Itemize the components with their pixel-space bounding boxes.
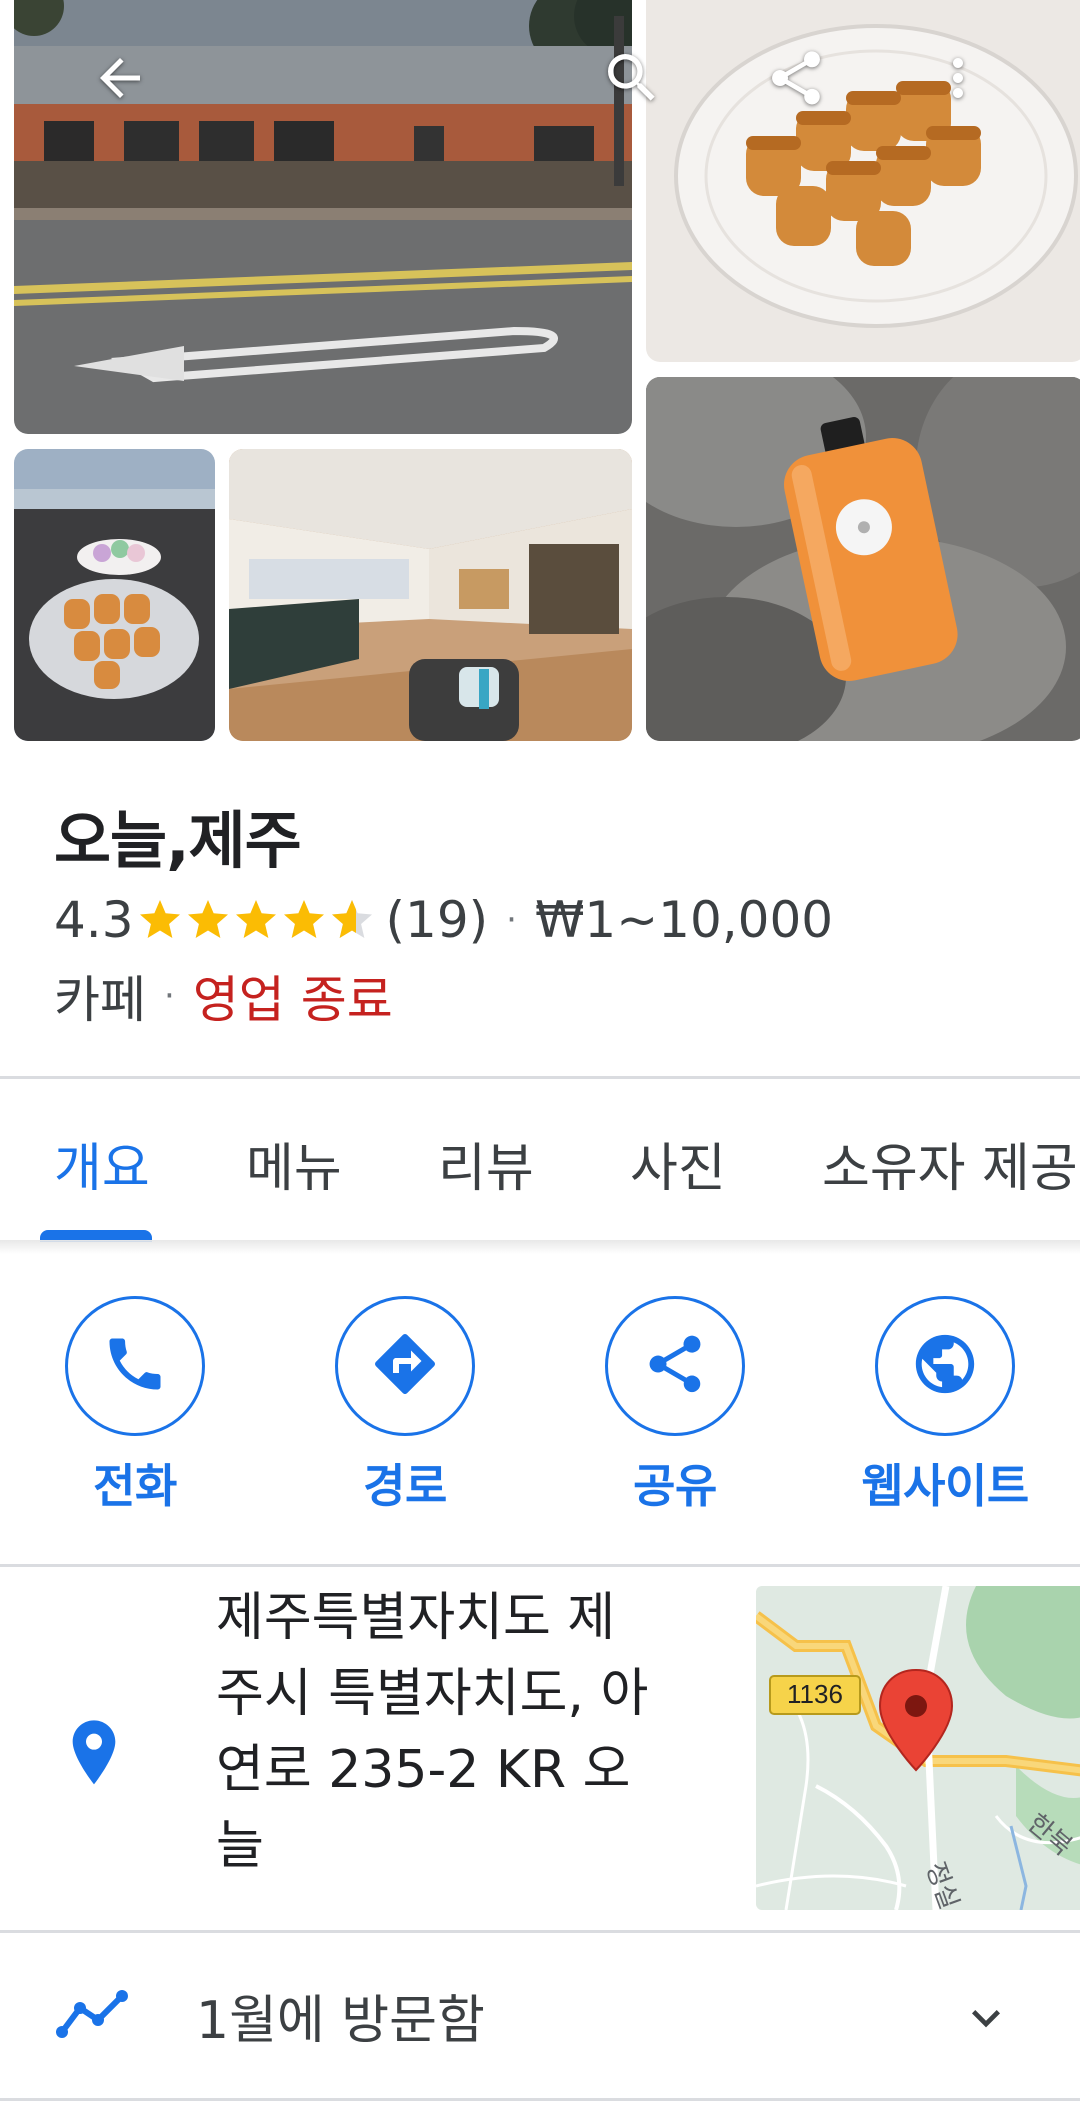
category-row: 카페 · 영업 종료 (54, 964, 393, 1029)
arrow-back-icon (90, 48, 150, 112)
map-thumbnail[interactable]: 1136 정실 한북 (756, 1586, 1080, 1910)
visited-label: 1월에 방문함 (196, 1991, 485, 2051)
place-title: 오늘,제주 (54, 804, 302, 877)
address-line: 늘 (216, 1816, 264, 1876)
price-range: ₩1~10,000 (534, 891, 834, 949)
star-icon (139, 900, 180, 938)
photo-collage (0, 0, 1080, 742)
tab-reviews[interactable]: 리뷰 (438, 1126, 534, 1201)
directions-button-circle (335, 1296, 475, 1436)
divider (0, 1564, 1080, 1567)
open-status: 영업 종료 (192, 971, 393, 1029)
divider (0, 2098, 1080, 2101)
tabs-shadow (0, 1240, 1080, 1254)
directions-button[interactable]: 경로 (285, 1296, 525, 1516)
call-button-circle (65, 1296, 205, 1436)
share-button[interactable]: 공유 (555, 1296, 795, 1516)
website-button-circle (875, 1296, 1015, 1436)
more-button[interactable] (922, 44, 994, 116)
search-button[interactable] (596, 44, 668, 116)
action-buttons: 전화 경로 공유 웹사이트 (0, 1296, 1080, 1516)
rock-photo[interactable] (14, 449, 215, 741)
address-line: 연로 235-2 KR 오 (216, 1740, 631, 1800)
timeline-icon (54, 1984, 134, 2048)
share-label: 공유 (633, 1459, 717, 1513)
more-vert-icon (928, 48, 988, 112)
tab-menu[interactable]: 메뉴 (246, 1126, 342, 1201)
tab-bar: 개요 메뉴 리뷰 사진 소유자 제공 (0, 1082, 1080, 1242)
tab-photos[interactable]: 사진 (630, 1126, 726, 1201)
divider (0, 1076, 1080, 1079)
review-count: (19) (385, 891, 489, 949)
directions-icon (369, 1328, 441, 1404)
tab-owner-provided[interactable]: 소유자 제공 (822, 1126, 1078, 1201)
share-top-button[interactable] (760, 44, 832, 116)
website-label: 웹사이트 (861, 1459, 1029, 1513)
website-button[interactable]: 웹사이트 (825, 1296, 1065, 1516)
address-row[interactable]: 제주특별자치도 제 주시 특별자치도, 아 연로 235-2 KR 오 늘 11… (0, 1570, 1080, 1930)
star-icon (235, 900, 276, 938)
separator-dot: · (164, 976, 175, 1016)
visited-row[interactable]: 1월에 방문함 (0, 1934, 1080, 2098)
interior-photo[interactable] (229, 449, 632, 741)
bottle-photo[interactable] (646, 377, 1080, 741)
star-rating (136, 896, 376, 944)
tab-overview[interactable]: 개요 (54, 1126, 150, 1201)
star-half-icon (331, 900, 372, 938)
share-icon (764, 46, 828, 114)
address-line: 주시 특별자치도, 아 (216, 1664, 649, 1724)
separator-dot: · (506, 900, 517, 940)
map-route-label: 1136 (787, 1679, 843, 1709)
call-button[interactable]: 전화 (15, 1296, 255, 1516)
globe-icon (910, 1329, 980, 1403)
share-icon (641, 1330, 709, 1402)
directions-label: 경로 (363, 1459, 447, 1513)
chevron-down-icon[interactable] (958, 1990, 1014, 2050)
address-text: 제주특별자치도 제 주시 특별자치도, 아 연로 235-2 KR 오 늘 (216, 1580, 706, 1884)
rating-row[interactable]: 4.3 (19) · ₩1~10,000 (54, 888, 833, 952)
back-button[interactable] (84, 44, 156, 116)
star-icon (283, 900, 324, 938)
location-pin-icon (62, 1715, 126, 1799)
address-line: 제주특별자치도 제 (216, 1588, 616, 1648)
rating-value: 4.3 (54, 891, 134, 949)
phone-icon (101, 1330, 169, 1402)
search-icon (600, 46, 664, 114)
top-overlay-bar (0, 0, 1080, 160)
place-category: 카페 (54, 971, 146, 1029)
call-label: 전화 (93, 1459, 177, 1513)
divider (0, 1930, 1080, 1933)
share-button-circle (605, 1296, 745, 1436)
star-icon (187, 900, 228, 938)
